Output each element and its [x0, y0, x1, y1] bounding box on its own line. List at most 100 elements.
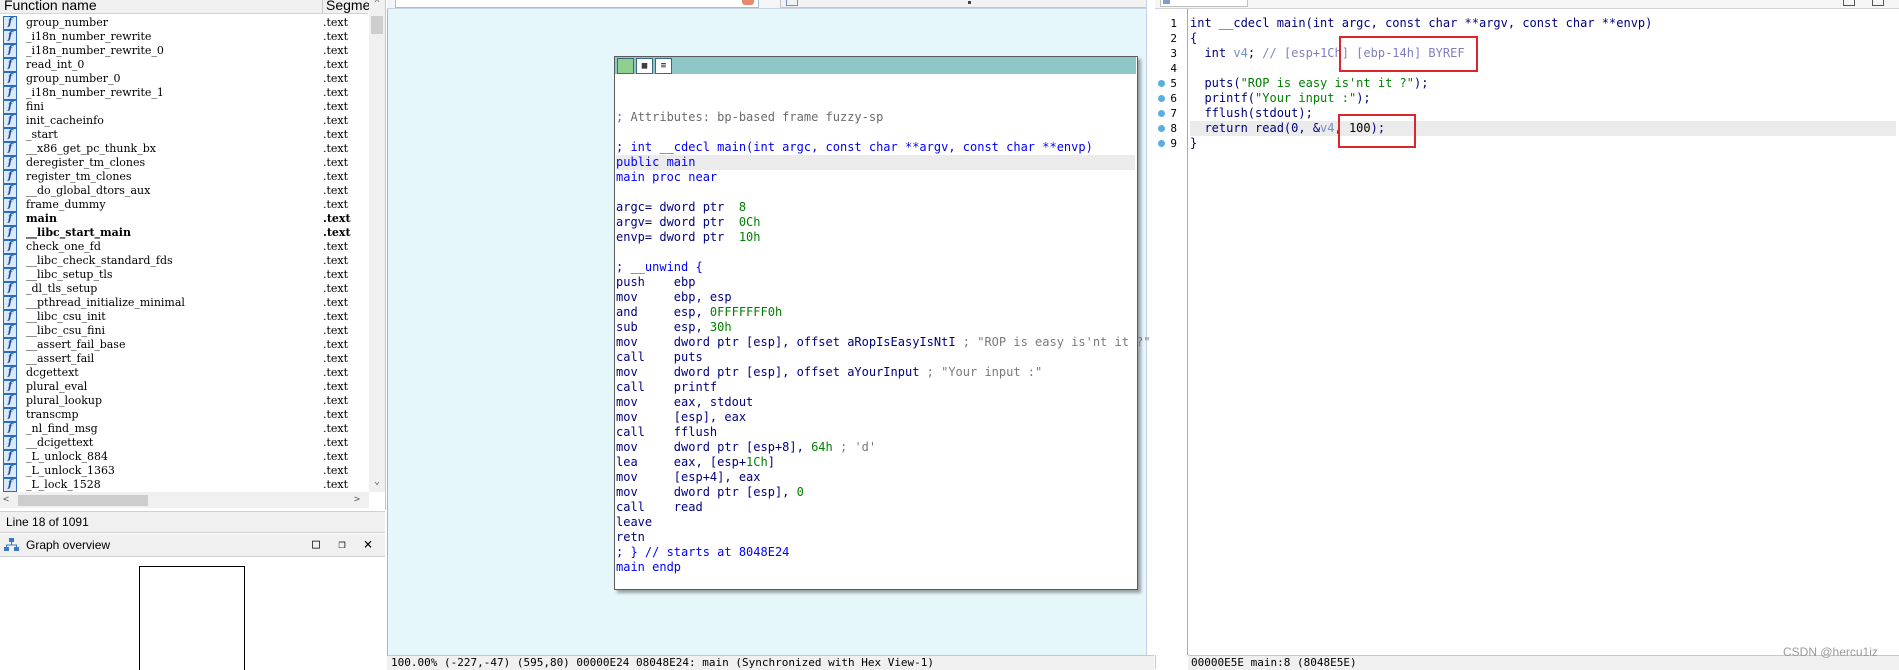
function-row[interactable]: f __pthread_initialize_minimal .text	[0, 296, 368, 310]
function-row[interactable]: f __do_global_dtors_aux .text	[0, 184, 368, 198]
function-row[interactable]: f dcgettext .text	[0, 366, 368, 380]
function-segment: .text	[323, 226, 351, 239]
scroll-right-arrow-icon[interactable]: >	[354, 494, 360, 505]
asm-public-main[interactable]: public main	[616, 155, 1135, 170]
function-row[interactable]: f check_one_fd .text	[0, 240, 368, 254]
function-row[interactable]: f __libc_csu_fini .text	[0, 324, 368, 338]
function-row[interactable]: f read_int_0 .text	[0, 58, 368, 72]
function-segment: .text	[323, 352, 349, 365]
function-row[interactable]: f __dcigettext .text	[0, 436, 368, 450]
graph-overview-viewport[interactable]	[139, 566, 245, 670]
code-line-2[interactable]: {	[1190, 31, 1197, 46]
asm-line-and[interactable]: and esp, 0FFFFFFF0h	[616, 305, 782, 320]
function-segment: .text	[323, 324, 349, 337]
horizontal-scroll-thumb[interactable]	[18, 495, 148, 506]
code-line-6[interactable]: printf("Your input :");	[1190, 91, 1370, 106]
function-row[interactable]: f init_cacheinfo .text	[0, 114, 368, 128]
asm-arg: puts	[673, 350, 703, 364]
scroll-up-arrow-icon[interactable]: ⌃	[369, 0, 385, 9]
function-row[interactable]: f _L_lock_1528 .text	[0, 478, 368, 492]
node-color-icon[interactable]	[617, 58, 634, 74]
function-row[interactable]: f __libc_setup_tls .text	[0, 268, 368, 282]
function-row[interactable]: f plural_lookup .text	[0, 394, 368, 408]
function-row[interactable]: f plural_eval .text	[0, 380, 368, 394]
asm-line-mov-esp4[interactable]: mov [esp+4], eax	[616, 470, 761, 485]
function-row[interactable]: f _i18n_number_rewrite .text	[0, 30, 368, 44]
function-icon: f	[3, 142, 17, 156]
maximize-icon[interactable]	[1843, 0, 1855, 6]
asm-envp[interactable]: envp= dword ptr 10h	[616, 230, 761, 245]
asm-line-mov-input-string[interactable]: mov dword ptr [esp], offset aYourInput ;…	[616, 365, 1042, 380]
function-row[interactable]: f fini .text	[0, 100, 368, 114]
function-row[interactable]: f __libc_check_standard_fds .text	[0, 254, 368, 268]
tab-close-icon[interactable]	[742, 0, 754, 5]
function-row[interactable]: f register_tm_clones .text	[0, 170, 368, 184]
function-row[interactable]: f group_number_0 .text	[0, 72, 368, 86]
breakpoint-dot-icon[interactable]	[1158, 95, 1165, 102]
function-row[interactable]: f _L_unlock_884 .text	[0, 450, 368, 464]
code-line-8[interactable]: return read(0, &v4, 100);	[1190, 121, 1896, 136]
restore-icon[interactable]: ❐	[335, 537, 349, 551]
function-icon: f	[3, 254, 17, 268]
function-row[interactable]: f main .text	[0, 212, 368, 226]
function-row[interactable]: f __assert_fail .text	[0, 352, 368, 366]
code-string: "Your input :"	[1255, 91, 1357, 105]
asm-line-mov-rop-string[interactable]: mov dword ptr [esp], offset aRopIsEasyIs…	[616, 335, 1151, 350]
column-header-function-name[interactable]: Function name	[4, 0, 97, 13]
function-row[interactable]: f group_number .text	[0, 16, 368, 30]
asm-line-call-fflush[interactable]: call fflush	[616, 425, 717, 440]
asm-argc[interactable]: argc= dword ptr 8	[616, 200, 746, 215]
breakpoint-dot-icon[interactable]	[1158, 140, 1165, 147]
asm-arg: esp,	[673, 320, 710, 334]
asm-line-mov-stdout[interactable]: mov eax, stdout	[616, 395, 753, 410]
tab-pseudocode[interactable]	[1160, 0, 1248, 7]
function-row[interactable]: f _i18n_number_rewrite_1 .text	[0, 86, 368, 100]
asm-line-mov-64h[interactable]: mov dword ptr [esp+8], 64h ; 'd'	[616, 440, 876, 455]
function-row[interactable]: f frame_dummy .text	[0, 198, 368, 212]
asm-endp[interactable]: main endp	[616, 560, 681, 575]
asm-line-call-puts[interactable]: call puts	[616, 350, 703, 365]
tab-ida-view[interactable]	[395, 0, 759, 8]
code-line-9[interactable]: }	[1190, 136, 1197, 151]
function-row[interactable]: f __x86_get_pc_thunk_bx .text	[0, 142, 368, 156]
breakpoint-dot-icon[interactable]	[1158, 125, 1165, 132]
function-row[interactable]: f _nl_find_msg .text	[0, 422, 368, 436]
asm-line-push[interactable]: push ebp	[616, 275, 695, 290]
scroll-down-arrow-icon[interactable]: ⌄	[369, 476, 385, 487]
asm-line-mov-esp-eax[interactable]: mov [esp], eax	[616, 410, 746, 425]
code-line-5[interactable]: puts("ROP is easy is'nt it ?");	[1190, 76, 1428, 91]
asm-proc[interactable]: main proc near	[616, 170, 717, 185]
asm-line-retn[interactable]: retn	[616, 530, 645, 545]
restore-icon[interactable]	[1872, 0, 1884, 6]
node-graph-icon[interactable]: ▦	[636, 58, 653, 74]
function-row[interactable]: f __assert_fail_base .text	[0, 338, 368, 352]
function-row[interactable]: f _L_unlock_1363 .text	[0, 464, 368, 478]
asm-op: mov	[616, 365, 674, 379]
asm-line-leave[interactable]: leave	[616, 515, 652, 530]
function-row[interactable]: f __libc_start_main .text	[0, 226, 368, 240]
code-line-1[interactable]: int __cdecl main(int argc, const char **…	[1190, 16, 1652, 31]
breakpoint-dot-icon[interactable]	[1158, 80, 1165, 87]
asm-line-lea[interactable]: lea eax, [esp+1Ch]	[616, 455, 775, 470]
vertical-scroll-thumb[interactable]	[371, 16, 383, 34]
asm-argv[interactable]: argv= dword ptr 0Ch	[616, 215, 761, 230]
node-text-icon[interactable]: ≡	[655, 58, 672, 74]
function-row[interactable]: f _dl_tls_setup .text	[0, 282, 368, 296]
asm-line-call-read[interactable]: call read	[616, 500, 703, 515]
close-icon[interactable]: ×	[361, 535, 375, 553]
function-row[interactable]: f __libc_csu_init .text	[0, 310, 368, 324]
asm-line-mov-ebp[interactable]: mov ebp, esp	[616, 290, 732, 305]
code-line-7[interactable]: fflush(stdout);	[1190, 106, 1312, 121]
tab-hex-view[interactable]	[780, 0, 1152, 8]
asm-line-mov-zero[interactable]: mov dword ptr [esp], 0	[616, 485, 804, 500]
function-row[interactable]: f _i18n_number_rewrite_0 .text	[0, 44, 368, 58]
function-row[interactable]: f deregister_tm_clones .text	[0, 156, 368, 170]
breakpoint-dot-icon[interactable]	[1158, 110, 1165, 117]
maximize-icon[interactable]: □	[309, 537, 323, 552]
function-row[interactable]: f transcmp .text	[0, 408, 368, 422]
function-row[interactable]: f _start .text	[0, 128, 368, 142]
scroll-left-arrow-icon[interactable]: <	[3, 494, 9, 505]
functions-vertical-scrollbar[interactable]	[369, 0, 385, 492]
asm-line-call-printf[interactable]: call printf	[616, 380, 717, 395]
asm-line-sub[interactable]: sub esp, 30h	[616, 320, 732, 335]
